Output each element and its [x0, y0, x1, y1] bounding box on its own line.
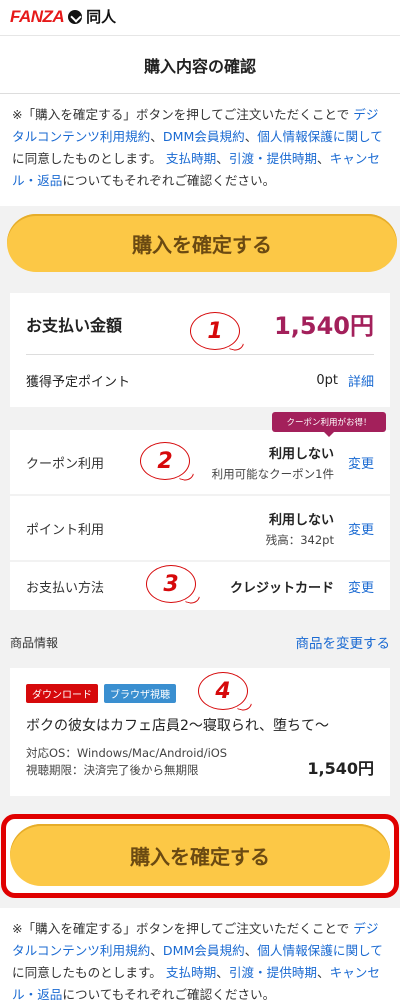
- coupon-promo-badge: クーポン利用がお得！: [272, 412, 386, 437]
- product-price: 1,540円: [307, 759, 374, 778]
- notice-mid: に同意したものとします。: [12, 151, 162, 166]
- change-product-link[interactable]: 商品を変更する: [296, 632, 391, 652]
- notice-sep: 、: [317, 151, 330, 166]
- notice-sep: 、: [150, 129, 163, 144]
- notice-suffix: についてもそれぞれご確認ください。: [62, 987, 276, 1000]
- coupon-available: 利用可能なクーポン1件: [211, 466, 334, 481]
- notice-sep: 、: [216, 965, 229, 980]
- link-privacy[interactable]: 個人情報保護に関して: [257, 129, 383, 144]
- link-delivery-timing[interactable]: 引渡・提供時期: [229, 965, 317, 980]
- earned-points-value: 0pt: [316, 372, 338, 388]
- payment-method-change-link[interactable]: 変更: [348, 577, 374, 596]
- points-detail-link[interactable]: 詳細: [348, 371, 374, 390]
- fanza-doujin-logo[interactable]: FANZA 同人: [10, 6, 116, 27]
- product-period: 視聴期限：決済完了後から無期限: [26, 763, 199, 777]
- payment-summary-card: お支払い金額 1,540円 獲得予定ポイント 0pt 詳細: [10, 293, 390, 407]
- notice-sep: 、: [244, 129, 258, 144]
- annotation-callout-4: 4: [198, 672, 248, 710]
- point-value: 利用しない: [268, 512, 334, 528]
- earned-points-label: 獲得予定ポイント: [26, 374, 131, 390]
- notice-sep: 、: [244, 943, 258, 958]
- page-title: 購入内容の確認: [143, 56, 256, 76]
- product-os: 対応OS：Windows/Mac/Android/iOS: [26, 746, 228, 760]
- terms-notice-top: ※「購入を確定する」ボタンを押してご注文いただくことで デジタルコンテンツ利用規…: [0, 94, 400, 206]
- coupon-option-row[interactable]: クーポン利用 利用しない 利用可能なクーポン1件 変更: [10, 430, 390, 494]
- logo-mark-icon: [68, 9, 83, 24]
- annotation-callout-1: 1: [190, 312, 240, 350]
- notice-mid: に同意したものとします。: [12, 965, 162, 980]
- tag-browser-view: ブラウザ視聴: [104, 684, 176, 703]
- payment-method-row[interactable]: お支払い方法 クレジットカード 変更: [10, 562, 390, 610]
- earned-points-row: 獲得予定ポイント 0pt 詳細: [26, 355, 374, 405]
- annotation-callout-2: 2: [140, 442, 190, 480]
- coupon-value: 利用しない: [268, 446, 334, 462]
- notice-prefix: ※「購入を確定する」ボタンを押してご注文いただくことで: [12, 921, 350, 936]
- link-privacy[interactable]: 個人情報保護に関して: [257, 943, 383, 958]
- confirm-purchase-button-bottom[interactable]: 購入を確定する: [10, 824, 390, 886]
- coupon-change-link[interactable]: 変更: [348, 453, 374, 472]
- top-bar: FANZA 同人: [0, 0, 400, 36]
- product-title: ボクの彼女はカフェ店員2〜寝取られ、堕ちて〜: [26, 718, 330, 734]
- notice-prefix: ※「購入を確定する」ボタンを押してご注文いただくことで: [12, 107, 350, 122]
- notice-sep: 、: [150, 943, 163, 958]
- payment-amount-label: お支払い金額: [26, 315, 123, 335]
- notice-sep: 、: [317, 965, 330, 980]
- confirm-purchase-button-top[interactable]: 購入を確定する: [7, 214, 397, 272]
- link-member-terms[interactable]: DMM会員規約: [163, 943, 245, 958]
- point-option-row[interactable]: ポイント利用 利用しない 残高：342pt 変更: [10, 496, 390, 560]
- payment-amount-value: 1,540円: [274, 312, 374, 340]
- point-label: ポイント利用: [26, 522, 105, 538]
- link-member-terms[interactable]: DMM会員規約: [163, 129, 245, 144]
- logo-sub: 同人: [86, 8, 117, 26]
- product-section-title: 商品情報: [10, 635, 59, 650]
- payment-method-label: お支払い方法: [26, 580, 105, 596]
- terms-notice-bottom: ※「購入を確定する」ボタンを押してご注文いただくことで デジタルコンテンツ利用規…: [0, 908, 400, 1000]
- tag-download: ダウンロード: [26, 684, 98, 703]
- point-balance: 残高：342pt: [265, 532, 334, 547]
- payment-method-value: クレジットカード: [229, 580, 334, 596]
- notice-suffix: についてもそれぞれご確認ください。: [62, 173, 276, 188]
- link-payment-timing[interactable]: 支払時期: [166, 151, 216, 166]
- page-header: 購入内容の確認: [0, 36, 400, 94]
- point-change-link[interactable]: 変更: [348, 519, 374, 538]
- product-section-header: 商品情報 商品を変更する: [10, 632, 391, 653]
- notice-sep: 、: [216, 151, 229, 166]
- link-payment-timing[interactable]: 支払時期: [166, 965, 216, 980]
- link-delivery-timing[interactable]: 引渡・提供時期: [229, 151, 317, 166]
- logo-brand: FANZA: [10, 6, 65, 26]
- annotation-callout-3: 3: [146, 565, 196, 603]
